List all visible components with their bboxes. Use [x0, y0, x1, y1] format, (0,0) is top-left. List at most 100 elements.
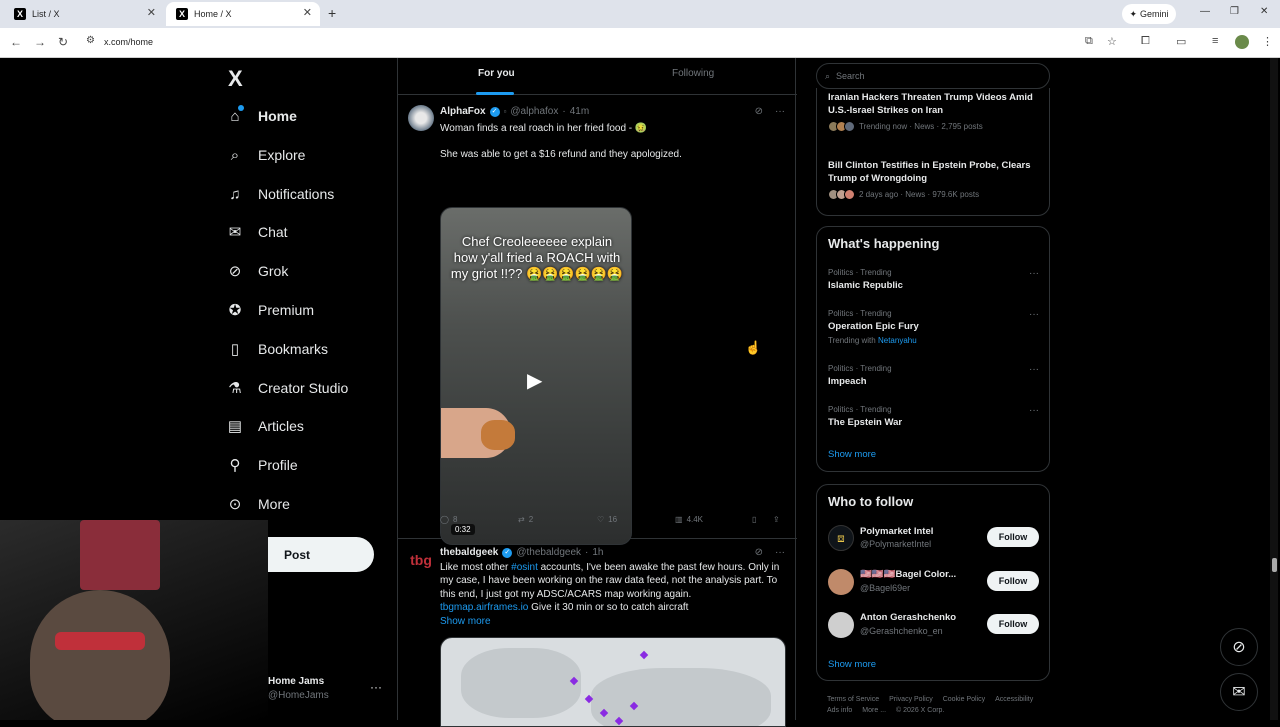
author-name[interactable]: AlphaFox — [440, 106, 486, 117]
tab-following[interactable]: Following — [672, 68, 714, 79]
bookmark-button[interactable]: ▯ — [752, 515, 756, 524]
account-name[interactable]: Home Jams — [268, 676, 324, 687]
url-link[interactable]: tbgmap.airframes.io — [440, 602, 528, 613]
trend-with-link[interactable]: Netanyahu — [878, 336, 917, 345]
media-icon[interactable]: ≡ — [1212, 35, 1218, 47]
account-handle: @HomeJams — [268, 690, 329, 701]
trend-more-icon[interactable]: ··· — [1029, 364, 1039, 375]
play-icon[interactable]: ▶ — [527, 368, 542, 393]
tab-for-you[interactable]: For you — [478, 68, 515, 79]
trend-name[interactable]: Operation Epic Fury — [828, 321, 919, 332]
close-window-icon[interactable]: ✕ — [1260, 6, 1268, 17]
tweet-time[interactable]: 1h — [592, 547, 603, 558]
news-title[interactable]: Bill Clinton Testifies in Epstein Probe,… — [828, 159, 1038, 185]
search-input[interactable]: ⌕ Search — [816, 63, 1050, 89]
x-logo-icon[interactable]: X — [228, 66, 243, 92]
grok-icon[interactable]: ⊘ — [755, 106, 763, 117]
messages-fab-button[interactable]: ✉ — [1220, 673, 1258, 711]
url-field[interactable]: x.com/home — [104, 37, 153, 47]
follow-button[interactable]: Follow — [987, 614, 1039, 634]
nav-explore[interactable]: ⌕ Explore — [226, 140, 306, 170]
nav-chat[interactable]: ✉ Chat — [226, 217, 288, 247]
nav-profile[interactable]: ⚲ Profile — [226, 450, 298, 480]
show-more-link[interactable]: Show more — [440, 615, 785, 628]
repost-button[interactable]: ⇄ 2 — [518, 515, 533, 524]
avatar[interactable] — [828, 569, 854, 595]
new-tab-button[interactable]: + — [328, 5, 336, 21]
gemini-button[interactable]: ✦ Gemini — [1122, 4, 1176, 24]
tab-list-x[interactable]: X List / X ✕ — [4, 2, 164, 26]
follow-name[interactable]: 🇺🇸🇺🇸🇺🇸Bagel Color... — [860, 569, 956, 580]
extensions-icon[interactable]: ⧠ — [1141, 35, 1150, 48]
author-handle[interactable]: @thebaldgeek — [516, 547, 581, 558]
tab-home-x[interactable]: X Home / X ✕ — [166, 2, 320, 26]
install-icon[interactable]: ⧉ — [1085, 35, 1093, 48]
trend-name[interactable]: Islamic Republic — [828, 280, 903, 291]
profile-avatar[interactable] — [1235, 35, 1249, 49]
footer-link[interactable]: Terms of Service — [827, 696, 879, 703]
grok-icon[interactable]: ⊘ — [755, 547, 763, 558]
footer-link[interactable]: More ... — [862, 707, 886, 714]
share-button[interactable]: ⇪ — [773, 515, 780, 524]
scrollbar[interactable] — [1270, 58, 1278, 720]
separator: · — [585, 547, 589, 558]
menu-kebab-icon[interactable]: ⋮ — [1262, 35, 1273, 48]
trend-name[interactable]: Impeach — [828, 376, 867, 387]
follow-name[interactable]: Polymarket Intel — [860, 526, 933, 537]
restore-icon[interactable]: ❐ — [1230, 6, 1239, 17]
avatar[interactable] — [828, 612, 854, 638]
show-more-link[interactable]: Show more — [828, 659, 876, 670]
footer-link[interactable]: Privacy Policy — [889, 696, 933, 703]
hashtag-link[interactable]: #osint — [511, 562, 538, 573]
trend-name[interactable]: The Epstein War — [828, 417, 902, 428]
more-icon[interactable]: ··· — [775, 106, 785, 117]
trend-more-icon[interactable]: ··· — [1029, 268, 1039, 279]
tweet[interactable]: tbg thebaldgeek ✓ @thebaldgeek · 1h ⊘ ··… — [398, 539, 797, 727]
nav-creator-studio[interactable]: ⚗ Creator Studio — [226, 373, 348, 403]
nav-notifications[interactable]: ♫ Notifications — [226, 179, 334, 209]
reload-icon[interactable]: ↻ — [58, 35, 68, 49]
forward-icon[interactable]: → — [34, 35, 46, 49]
back-icon[interactable]: ← — [10, 35, 22, 49]
footer-link[interactable]: Accessibility — [995, 696, 1033, 703]
author-name[interactable]: thebaldgeek — [440, 547, 498, 558]
trend-more-icon[interactable]: ··· — [1029, 309, 1039, 320]
tweet-time[interactable]: 41m — [570, 106, 589, 117]
follow-name[interactable]: Anton Gerashchenko — [860, 612, 956, 623]
author-handle[interactable]: @alphafox — [510, 106, 558, 117]
site-info-icon[interactable]: ⚙ — [86, 35, 95, 46]
sidepanel-icon[interactable]: ▭ — [1176, 35, 1186, 48]
reply-button[interactable]: ◯ 8 — [440, 515, 457, 524]
footer-link[interactable]: Ads info — [827, 707, 852, 714]
more-icon[interactable]: ··· — [775, 547, 785, 558]
nav-grok[interactable]: ⊘ Grok — [226, 256, 289, 286]
close-tab-icon[interactable]: ✕ — [147, 6, 156, 19]
nav-more[interactable]: ⊙ More — [226, 489, 290, 519]
nav-bookmarks[interactable]: ▯ Bookmarks — [226, 334, 328, 364]
trend-more-icon[interactable]: ··· — [1029, 405, 1039, 416]
post-button[interactable]: Post — [268, 537, 374, 572]
tweet-tools: ⊘ ··· — [755, 106, 785, 117]
nav-premium[interactable]: ✪ Premium — [226, 295, 314, 325]
close-tab-icon[interactable]: ✕ — [303, 6, 312, 19]
grok-fab-button[interactable]: ⊘ — [1220, 628, 1258, 666]
views-button[interactable]: ▥ 4.4K — [675, 515, 703, 524]
scrollbar-thumb[interactable] — [1272, 558, 1277, 572]
nav-articles[interactable]: ▤ Articles — [226, 411, 304, 441]
avatar[interactable] — [408, 105, 434, 131]
minimize-icon[interactable]: — — [1200, 6, 1210, 17]
bookmark-star-icon[interactable]: ☆ — [1107, 35, 1117, 48]
follow-button[interactable]: Follow — [987, 571, 1039, 591]
news-title[interactable]: Iranian Hackers Threaten Trump Videos Am… — [828, 91, 1038, 117]
like-button[interactable]: ♡ 16 — [597, 515, 617, 524]
tweet-video[interactable]: Chef Creoleeeeee explain how y'all fried… — [440, 207, 632, 545]
tweet[interactable]: AlphaFox ✓ ▫ @alphafox · 41m ⊘ ··· Woman… — [398, 95, 797, 545]
tweet-map-image[interactable] — [440, 637, 786, 727]
nav-home[interactable]: ⌂ Home — [226, 101, 296, 131]
avatar[interactable]: ⧈ — [828, 525, 854, 551]
follow-button[interactable]: Follow — [987, 527, 1039, 547]
avatar[interactable]: tbg — [408, 547, 434, 573]
show-more-link[interactable]: Show more — [828, 449, 876, 460]
footer-link[interactable]: Cookie Policy — [943, 696, 985, 703]
account-more-icon[interactable]: ··· — [370, 680, 382, 694]
